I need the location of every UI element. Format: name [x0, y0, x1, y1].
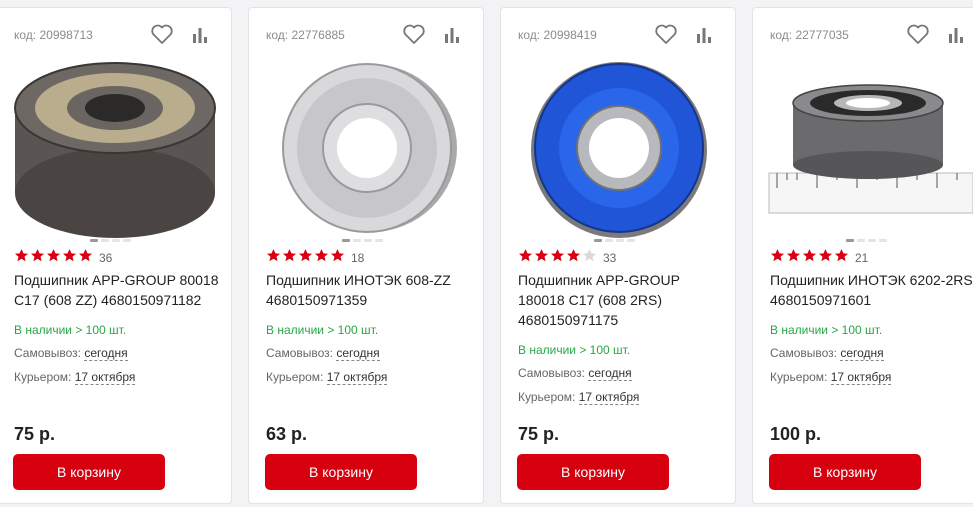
price: 63 р. [266, 424, 308, 444]
star-icon [46, 249, 61, 262]
pickup-info: Самовывоз: сегодня [14, 346, 128, 361]
star-icon [314, 249, 329, 262]
add-to-cart-button[interactable]: В корзину [769, 454, 921, 490]
price: 75 р. [14, 424, 56, 444]
image-pager[interactable] [342, 239, 383, 242]
pickup-info: Самовывоз: сегодня [770, 346, 884, 361]
star-icon [550, 249, 565, 262]
review-count[interactable]: 36 [99, 251, 112, 265]
product-title[interactable]: Подшипник APP-GROUP 80018 C17 (608 ZZ) 4… [14, 270, 224, 310]
star-icon [30, 249, 45, 262]
product-title[interactable]: Подшипник ИНОТЭК 6202-2RS 4680150971601 [770, 270, 973, 310]
star-icon [770, 249, 785, 262]
product-card[interactable]: код: 22776885 18 Подшипник ИНОТЭК 608-ZZ… [248, 7, 484, 504]
rating-stars [266, 248, 346, 268]
heart-icon[interactable] [402, 23, 426, 45]
pickup-date-link[interactable]: сегодня [840, 346, 884, 361]
product-image[interactable] [765, 58, 973, 238]
product-image[interactable] [9, 58, 221, 238]
courier-date-link[interactable]: 17 октября [326, 370, 388, 385]
rating-stars [518, 248, 598, 268]
compare-icon[interactable] [947, 26, 965, 44]
star-icon [330, 249, 345, 262]
pickup-date-link[interactable]: сегодня [588, 366, 632, 381]
compare-icon[interactable] [191, 26, 209, 44]
rating-stars [770, 248, 850, 268]
rating: 21 [770, 248, 868, 268]
review-count[interactable]: 33 [603, 251, 616, 265]
product-title[interactable]: Подшипник ИНОТЭК 608-ZZ 4680150971359 [266, 270, 476, 310]
star-icon [818, 249, 833, 262]
star-icon [566, 249, 581, 262]
star-icon [534, 249, 549, 262]
product-code: код: 22776885 [266, 28, 345, 42]
pickup-date-link[interactable]: сегодня [336, 346, 380, 361]
product-code: код: 20998713 [14, 28, 93, 42]
product-card[interactable]: код: 22777035 21 Подшипник ИНОТЭК 6202-2… [752, 7, 973, 504]
heart-icon[interactable] [654, 23, 678, 45]
courier-info: Курьером: 17 октября [14, 370, 136, 385]
add-to-cart-button[interactable]: В корзину [265, 454, 417, 490]
courier-date-link[interactable]: 17 октября [578, 390, 640, 405]
rating: 36 [14, 248, 112, 268]
add-to-cart-button[interactable]: В корзину [13, 454, 165, 490]
courier-info: Курьером: 17 октября [518, 390, 640, 405]
product-title[interactable]: Подшипник APP-GROUP 180018 C17 (608 2RS)… [518, 270, 728, 330]
product-card[interactable]: код: 20998419 33 Подшипник APP-GROUP 180… [500, 7, 736, 504]
compare-icon[interactable] [443, 26, 461, 44]
courier-date-link[interactable]: 17 октября [830, 370, 892, 385]
rating: 18 [266, 248, 364, 268]
image-pager[interactable] [846, 239, 887, 242]
star-icon [582, 249, 597, 262]
price: 100 р. [770, 424, 822, 444]
product-code: код: 20998419 [518, 28, 597, 42]
heart-icon[interactable] [150, 23, 174, 45]
star-icon [282, 249, 297, 262]
star-icon [14, 249, 29, 262]
stock-status: В наличии > 100 шт. [266, 323, 379, 337]
star-icon [266, 249, 281, 262]
product-card[interactable]: код: 20998713 36 Подшипник APP-GROUP 800… [0, 7, 232, 504]
star-icon [62, 249, 77, 262]
review-count[interactable]: 18 [351, 251, 364, 265]
stock-status: В наличии > 100 шт. [14, 323, 127, 337]
star-icon [786, 249, 801, 262]
star-icon [802, 249, 817, 262]
product-image[interactable] [513, 58, 725, 238]
rating: 33 [518, 248, 616, 268]
image-pager[interactable] [90, 239, 131, 242]
star-icon [78, 249, 93, 262]
price: 75 р. [518, 424, 560, 444]
pickup-date-link[interactable]: сегодня [84, 346, 128, 361]
image-pager[interactable] [594, 239, 635, 242]
star-icon [834, 249, 849, 262]
review-count[interactable]: 21 [855, 251, 868, 265]
heart-icon[interactable] [906, 23, 930, 45]
pickup-info: Самовывоз: сегодня [518, 366, 632, 381]
star-icon [298, 249, 313, 262]
product-image[interactable] [261, 58, 473, 238]
pickup-info: Самовывоз: сегодня [266, 346, 380, 361]
product-code: код: 22777035 [770, 28, 849, 42]
star-icon [518, 249, 533, 262]
stock-status: В наличии > 100 шт. [770, 323, 883, 337]
stock-status: В наличии > 100 шт. [518, 343, 631, 357]
compare-icon[interactable] [695, 26, 713, 44]
courier-date-link[interactable]: 17 октября [74, 370, 136, 385]
add-to-cart-button[interactable]: В корзину [517, 454, 669, 490]
courier-info: Курьером: 17 октября [266, 370, 388, 385]
rating-stars [14, 248, 94, 268]
courier-info: Курьером: 17 октября [770, 370, 892, 385]
